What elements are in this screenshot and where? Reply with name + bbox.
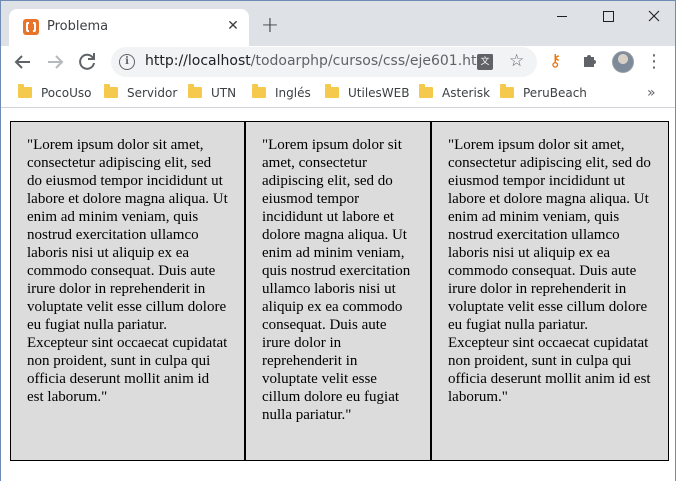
folder-icon <box>18 84 32 98</box>
toolbar: i http://localhost/todoarphp/cursos/css/… <box>1 46 675 78</box>
reload-button[interactable] <box>75 50 99 74</box>
folder-icon <box>252 84 266 98</box>
key-icon[interactable]: ⚷ <box>549 51 561 71</box>
new-tab-button[interactable]: + <box>259 15 281 37</box>
bookmark-label: Inglés <box>275 86 311 100</box>
column-2: "Lorem ipsum dolor sit amet, consectetur… <box>246 122 432 460</box>
url-host: http://localhost <box>145 53 251 69</box>
window-close-button[interactable] <box>631 1 676 31</box>
bookmark-pocouso[interactable]: PocoUso <box>18 84 91 102</box>
bookmark-servidor[interactable]: Servidor <box>104 84 177 102</box>
bookmarks-overflow-icon[interactable]: » <box>647 84 656 102</box>
bookmark-label: PeruBeach <box>523 86 587 100</box>
folder-icon <box>500 84 514 98</box>
folder-icon <box>419 84 433 98</box>
columns-container: "Lorem ipsum dolor sit amet, consectetur… <box>10 121 669 461</box>
forward-arrow-icon <box>48 55 64 69</box>
translate-icon[interactable]: 文 <box>477 54 493 70</box>
back-button[interactable] <box>11 50 35 74</box>
address-bar[interactable]: i http://localhost/todoarphp/cursos/css/… <box>111 47 537 77</box>
puzzle-icon[interactable] <box>581 51 599 69</box>
bookmark-label: UTN <box>211 86 237 100</box>
bookmark-perubeach[interactable]: PeruBeach <box>500 84 587 102</box>
info-icon[interactable]: i <box>119 54 135 70</box>
minimize-button[interactable] <box>539 1 585 31</box>
reload-icon <box>79 53 95 70</box>
column-3: "Lorem ipsum dolor sit amet, consectetur… <box>432 122 668 460</box>
maximize-button[interactable] <box>585 1 631 31</box>
bookmark-asterisk[interactable]: Asterisk <box>419 84 490 102</box>
column-1: "Lorem ipsum dolor sit amet, consectetur… <box>11 122 246 460</box>
page-content: "Lorem ipsum dolor sit amet, consectetur… <box>1 109 675 481</box>
folder-icon <box>325 84 339 98</box>
tab-close-icon[interactable]: ✕ <box>225 18 241 34</box>
tab-title: Problema <box>47 19 109 34</box>
bookmark-utn[interactable]: UTN <box>188 84 236 102</box>
browser-window: Problema ✕ + i http://localhost/todoarph… <box>0 0 676 481</box>
folder-icon <box>188 84 202 98</box>
bookmark-label: Asterisk <box>442 86 491 100</box>
url-text[interactable]: http://localhost/todoarphp/cursos/css/ej… <box>145 53 494 69</box>
bookmark-label: UtilesWEB <box>348 86 410 100</box>
forward-button[interactable] <box>43 50 67 74</box>
url-path: /todoarphp/cursos/css/eje601.html <box>250 53 495 69</box>
tab-strip: Problema ✕ + <box>1 1 675 46</box>
bookmark-label: PocoUso <box>41 86 92 100</box>
tab-problema[interactable]: Problema ✕ <box>9 9 249 46</box>
star-icon[interactable]: ☆ <box>509 51 524 71</box>
close-icon <box>648 10 660 22</box>
avatar[interactable] <box>612 51 634 73</box>
bookmarks-bar: PocoUso Servidor UTN Inglés UtilesWEB As… <box>1 78 675 108</box>
bookmark-ingles[interactable]: Inglés <box>252 84 311 102</box>
favicon-icon <box>23 19 39 35</box>
folder-icon <box>104 84 118 98</box>
back-arrow-icon <box>14 55 30 69</box>
kebab-menu-icon[interactable]: ⋮ <box>645 50 663 74</box>
bookmark-label: Servidor <box>127 86 178 100</box>
bookmark-utilesweb[interactable]: UtilesWEB <box>325 84 409 102</box>
